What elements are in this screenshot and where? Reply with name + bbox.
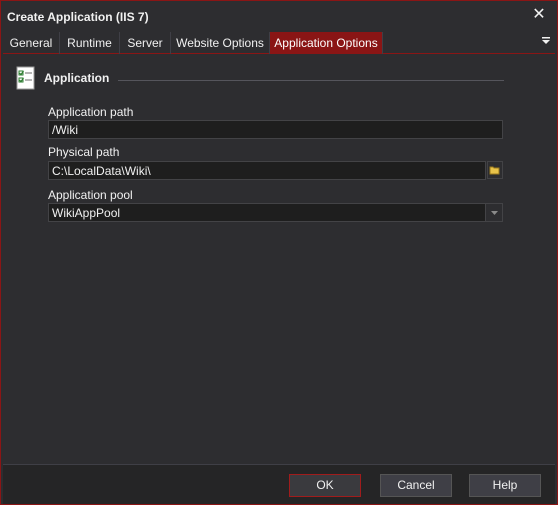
physical-path-label: Physical path <box>48 145 120 159</box>
checklist-icon <box>16 66 35 90</box>
ok-button[interactable]: OK <box>289 474 361 497</box>
tab-content: Application Application path Physical pa… <box>3 55 555 464</box>
cancel-button[interactable]: Cancel <box>380 474 452 497</box>
window-title: Create Application (IIS 7) <box>7 10 149 24</box>
browse-folder-button[interactable] <box>487 161 503 179</box>
title-bar: Create Application (IIS 7) ✕ <box>1 1 557 31</box>
section-divider <box>118 80 504 81</box>
app-path-label: Application path <box>48 105 134 119</box>
app-pool-dropdown-button[interactable] <box>485 204 502 221</box>
tab-general[interactable]: General <box>3 32 60 54</box>
tab-menu-icon[interactable] <box>541 36 551 46</box>
section-title: Application <box>44 71 110 85</box>
tab-website-options[interactable]: Website Options <box>171 32 270 54</box>
physical-path-input[interactable] <box>48 161 486 180</box>
app-pool-select[interactable] <box>48 203 503 222</box>
dialog-window: Create Application (IIS 7) ✕ General Run… <box>0 0 558 505</box>
tab-server[interactable]: Server <box>120 32 171 54</box>
app-path-input[interactable] <box>48 120 503 139</box>
help-button[interactable]: Help <box>469 474 541 497</box>
app-pool-label: Application pool <box>48 188 133 202</box>
dialog-footer: OK Cancel Help <box>3 464 555 504</box>
close-icon[interactable]: ✕ <box>531 6 547 24</box>
folder-icon <box>489 166 500 175</box>
chevron-down-icon <box>491 211 498 215</box>
tab-runtime[interactable]: Runtime <box>60 32 120 54</box>
tab-strip: General Runtime Server Website Options A… <box>3 32 555 54</box>
tab-application-options[interactable]: Application Options <box>270 32 383 54</box>
